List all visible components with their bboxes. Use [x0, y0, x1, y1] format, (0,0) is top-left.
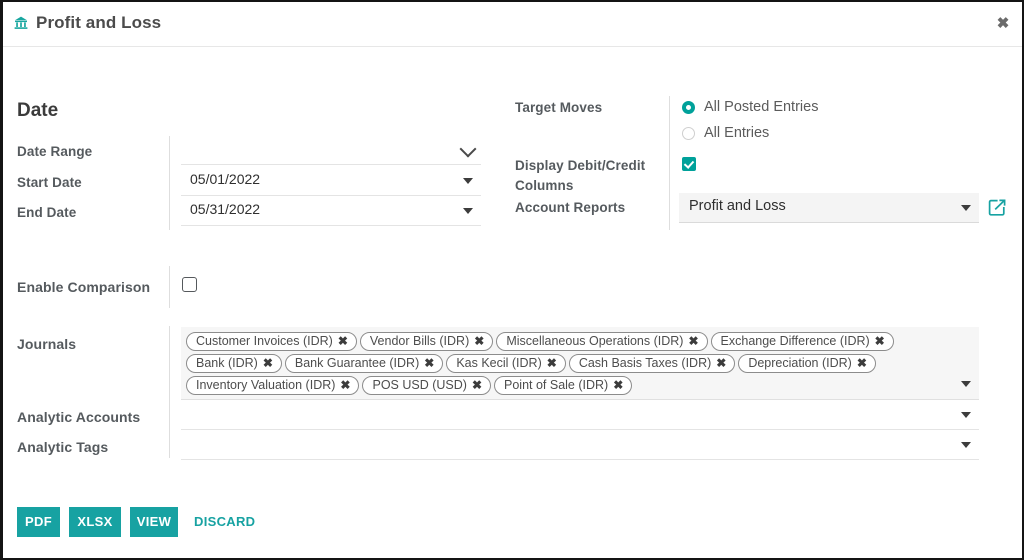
journal-tag-label: Point of Sale (IDR) [504, 378, 609, 392]
close-icon[interactable]: ✖ [993, 14, 1013, 34]
journal-tag[interactable]: Depreciation (IDR) ✖ [738, 354, 876, 373]
start-date-input[interactable]: 05/01/2022 [181, 167, 481, 196]
end-date-value: 05/31/2022 [190, 201, 261, 217]
target-moves-label: Target Moves [515, 100, 603, 115]
caret-down-icon[interactable] [961, 442, 971, 448]
divider-left-top [169, 136, 170, 230]
journals-tag-list: Customer Invoices (IDR) ✖ Vendor Bills (ID… [186, 332, 974, 398]
caret-down-icon[interactable] [463, 178, 473, 184]
journal-tag-label: Exchange Difference (IDR) [720, 334, 870, 348]
journal-tag[interactable]: Bank Guarantee (IDR) ✖ [284, 354, 444, 373]
journal-tag[interactable]: Cash Basis Taxes (IDR) ✖ [568, 354, 736, 373]
display-debit-credit-label-line1: Display Debit/Credit [515, 158, 646, 173]
remove-tag-icon[interactable]: ✖ [472, 378, 482, 392]
remove-tag-icon[interactable]: ✖ [716, 356, 726, 370]
journal-tag[interactable]: Miscellaneous Operations (IDR) ✖ [496, 332, 708, 351]
journals-tags-field[interactable]: Customer Invoices (IDR) ✖ Vendor Bills (ID… [181, 327, 979, 400]
divider-left-bottom [169, 326, 170, 458]
journal-tag-label: Kas Kecil (IDR) [456, 356, 542, 370]
remove-tag-icon[interactable]: ✖ [547, 356, 557, 370]
journal-tag-label: POS USD (USD) [372, 378, 467, 392]
dialog-body: Date Date Range Start Date 05/01/2022 En… [3, 48, 1022, 496]
remove-tag-icon[interactable]: ✖ [875, 334, 885, 348]
display-debit-credit-label-line2: Columns [515, 178, 574, 193]
journal-tag-label: Inventory Valuation (IDR) [196, 378, 336, 392]
display-debit-credit-checkbox[interactable] [682, 157, 696, 171]
end-date-input[interactable]: 05/31/2022 [181, 197, 481, 226]
journal-tag-label: Miscellaneous Operations (IDR) [506, 334, 684, 348]
institution-icon [13, 15, 29, 31]
journal-tag-label: Cash Basis Taxes (IDR) [578, 356, 712, 370]
journal-tag[interactable]: Point of Sale (IDR) ✖ [494, 376, 633, 395]
journal-tag[interactable]: Vendor Bills (IDR) ✖ [359, 332, 494, 351]
caret-down-icon[interactable] [961, 412, 971, 418]
journal-tag[interactable]: POS USD (USD) ✖ [362, 376, 491, 395]
dialog-footer: PDF XLSX VIEW DISCARD [3, 496, 1022, 558]
remove-tag-icon[interactable]: ✖ [857, 356, 867, 370]
date-range-input[interactable] [181, 136, 481, 165]
discard-button[interactable]: DISCARD [194, 507, 255, 537]
start-date-value: 05/01/2022 [190, 171, 261, 187]
remove-tag-icon[interactable]: ✖ [338, 334, 348, 348]
analytic-accounts-label: Analytic Accounts [17, 409, 141, 425]
start-date-label: Start Date [17, 175, 82, 190]
remove-tag-icon[interactable]: ✖ [340, 378, 350, 392]
journal-tag-label: Customer Invoices (IDR) [196, 334, 333, 348]
date-section-title: Date [17, 100, 59, 121]
radio-label: All Posted Entries [704, 99, 819, 115]
remove-tag-icon[interactable]: ✖ [424, 356, 434, 370]
analytic-tags-label: Analytic Tags [17, 439, 109, 455]
journal-tag[interactable]: Bank (IDR) ✖ [186, 354, 282, 373]
remove-tag-icon[interactable]: ✖ [688, 334, 698, 348]
journal-tag-label: Vendor Bills (IDR) [369, 334, 470, 348]
journal-tag[interactable]: Kas Kecil (IDR) ✖ [446, 354, 566, 373]
remove-tag-icon[interactable]: ✖ [263, 356, 273, 370]
caret-down-icon[interactable] [961, 381, 971, 387]
caret-down-icon[interactable] [463, 208, 473, 214]
enable-comparison-checkbox[interactable] [182, 277, 197, 292]
radio-icon-selected[interactable] [682, 101, 695, 114]
analytic-accounts-input[interactable] [181, 401, 979, 430]
account-reports-value: Profit and Loss [689, 198, 786, 214]
remove-tag-icon[interactable]: ✖ [474, 334, 484, 348]
journal-tag[interactable]: Inventory Valuation (IDR) ✖ [186, 376, 360, 395]
analytic-tags-input[interactable] [181, 431, 979, 460]
xlsx-button[interactable]: XLSX [69, 507, 121, 537]
journal-tag[interactable]: Customer Invoices (IDR) ✖ [186, 332, 357, 351]
profit-and-loss-dialog: Profit and Loss ✖ Date Date Range Start … [0, 0, 1024, 560]
page-title: Profit and Loss [36, 13, 162, 32]
end-date-label: End Date [17, 205, 77, 220]
journal-tag[interactable]: Exchange Difference (IDR) ✖ [710, 332, 894, 351]
account-reports-select[interactable]: Profit and Loss [679, 193, 979, 223]
account-reports-label: Account Reports [515, 200, 626, 215]
journal-tag-label: Depreciation (IDR) [748, 356, 852, 370]
radio-icon-unselected[interactable] [682, 127, 695, 140]
chevron-down-icon[interactable] [459, 140, 477, 158]
view-button[interactable]: VIEW [130, 507, 178, 537]
dialog-header: Profit and Loss ✖ [3, 2, 1022, 47]
date-range-label: Date Range [17, 144, 93, 159]
divider-left-mid [169, 266, 170, 308]
remove-tag-icon[interactable]: ✖ [613, 378, 623, 392]
divider-right-top [669, 96, 670, 230]
pdf-button[interactable]: PDF [17, 507, 60, 537]
external-link-icon[interactable] [988, 198, 1007, 217]
caret-down-icon[interactable] [961, 205, 971, 211]
journal-tag-label: Bank (IDR) [196, 356, 258, 370]
enable-comparison-label: Enable Comparison [17, 279, 151, 295]
journals-label: Journals [17, 336, 77, 352]
journal-tag-label: Bank Guarantee (IDR) [294, 356, 420, 370]
radio-label: All Entries [704, 125, 770, 141]
